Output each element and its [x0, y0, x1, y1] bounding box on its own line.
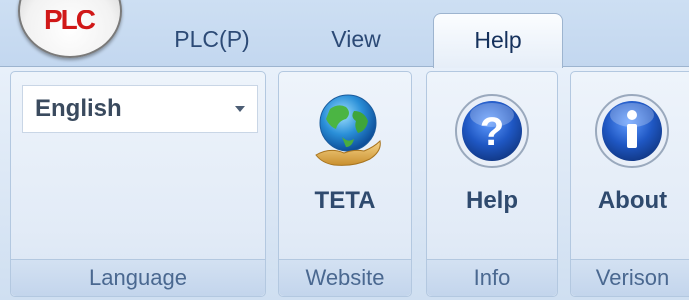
tab-help[interactable]: Help — [433, 13, 563, 68]
tab-plc[interactable]: PLC(P) — [162, 18, 262, 60]
language-group-label: Language — [11, 259, 265, 296]
ribbon-panel: Language English Website TETA Info ? Hel… — [0, 66, 689, 300]
tab-view[interactable]: View — [314, 18, 398, 60]
info-icon — [592, 89, 672, 173]
info-group-label: Info — [427, 259, 557, 296]
app-logo: PLC — [44, 10, 96, 34]
version-group-label: Verison — [571, 259, 689, 296]
about-button[interactable]: About — [570, 81, 689, 231]
language-dropdown[interactable]: English — [22, 85, 258, 133]
chevron-down-icon — [235, 106, 245, 112]
application-button[interactable]: PLC — [18, 0, 122, 58]
help-button-label: Help — [465, 187, 518, 214]
teta-button[interactable]: TETA — [278, 81, 412, 231]
help-button[interactable]: ? Help — [426, 81, 558, 231]
teta-button-label: TETA — [314, 187, 376, 214]
website-group-label: Website — [279, 259, 411, 296]
ribbon-tab-bar: PLC PLC(P) View Help — [0, 0, 689, 68]
about-button-label: About — [597, 187, 668, 214]
svg-text:?: ? — [480, 110, 504, 154]
question-icon: ? — [452, 89, 532, 173]
globe-hand-icon — [308, 89, 388, 173]
language-selected-value: English — [35, 95, 122, 122]
